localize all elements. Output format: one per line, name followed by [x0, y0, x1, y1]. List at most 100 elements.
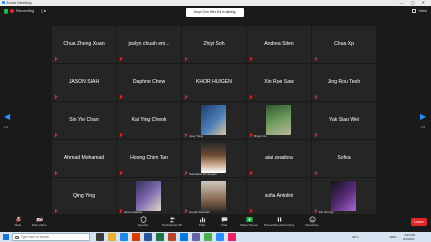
talking-notice: Daryl Goh Wei Zhi is talking.	[186, 8, 244, 17]
muted-mic-icon	[54, 209, 57, 213]
participants-count: 55	[178, 223, 182, 227]
zoom-app-icon[interactable]	[216, 233, 224, 241]
teams-app-icon[interactable]	[192, 233, 200, 241]
participant-tile[interactable]: Bryan Ho	[247, 102, 311, 139]
participant-tile[interactable]: Sofea	[312, 140, 376, 177]
participant-video	[201, 105, 226, 135]
participant-video	[331, 181, 356, 211]
participant-tile[interactable]: Hoong Chim Tan	[117, 140, 181, 177]
participant-tile[interactable]: Ahmad Mohamad	[52, 140, 116, 177]
security-shield-icon	[140, 216, 146, 223]
powerpoint-app-icon[interactable]	[168, 233, 176, 241]
search-icon	[15, 235, 19, 239]
participant-tile[interactable]: Xin Rue Saw	[247, 64, 311, 101]
language-indicator[interactable]: ENG	[390, 235, 397, 239]
muted-mic-icon	[249, 171, 252, 175]
taskbar-search-input[interactable]: Type here to search	[12, 233, 90, 241]
participant-tile[interactable]: Yak Siao Wei	[312, 102, 376, 139]
participant-tile[interactable]: Daphne Chew	[117, 64, 181, 101]
participant-name: Daphne Chew	[132, 79, 166, 85]
outlook-app-icon[interactable]	[180, 233, 188, 241]
share-screen-button[interactable]: Share Screen	[233, 214, 265, 232]
media-app-icon[interactable]	[228, 233, 236, 241]
muted-mic-icon	[249, 133, 252, 137]
edge-browser-icon[interactable]	[120, 233, 128, 241]
participant-tile[interactable]: JASON SIAH	[52, 64, 116, 101]
recording-controls[interactable]: || ■	[41, 9, 46, 13]
participant-tile[interactable]: Zhiyi Soh	[182, 26, 246, 63]
participant-video	[201, 143, 226, 173]
participant-name: Zhiyi Soh	[203, 41, 225, 47]
shield-icon[interactable]	[4, 9, 8, 14]
muted-mic-icon	[184, 95, 187, 99]
participant-name: Kai Ying Cheok	[131, 117, 167, 123]
participant-tile[interactable]: Andrea Siten	[247, 26, 311, 63]
participants-button[interactable]: Participants 55	[156, 214, 188, 232]
muted-mic-icon	[119, 57, 122, 61]
next-page-arrow-icon[interactable]: ▶	[420, 112, 426, 121]
security-button[interactable]: Security	[127, 214, 159, 232]
muted-mic-icon	[184, 133, 187, 137]
grid-icon	[412, 8, 417, 13]
muted-mic-icon	[54, 57, 57, 61]
participant-name: Yak Siao Wei	[328, 117, 360, 123]
polls-icon	[199, 217, 205, 223]
pause-stop-recording-button[interactable]: Pause/Stop Recording	[263, 214, 295, 232]
view-label: View	[418, 8, 427, 13]
participant-tile[interactable]: Joey Yang	[182, 102, 246, 139]
word-app-icon[interactable]	[144, 233, 152, 241]
participants-label: Participants 55	[156, 223, 188, 228]
participant-tile[interactable]: loh hui ling	[312, 178, 376, 215]
muted-mic-icon	[314, 209, 317, 213]
weather-readout[interactable]: 33°C	[352, 235, 359, 239]
participant-tile[interactable]: Chua Xp	[312, 26, 376, 63]
chrome-app-icon[interactable]	[204, 233, 212, 241]
participant-tile[interactable]: akira natasha	[117, 178, 181, 215]
participant-video	[201, 181, 226, 211]
muted-mic-icon	[119, 133, 122, 137]
page-indicator-right: 1/2	[421, 125, 426, 129]
participant-name: Jing Rou Teoh	[327, 79, 361, 85]
muted-mic-icon	[119, 209, 122, 213]
participant-tile[interactable]: Kai Ying Cheok	[117, 102, 181, 139]
leave-button[interactable]: Leave	[411, 218, 427, 226]
participant-tile[interactable]: Jing Rou Teoh	[312, 64, 376, 101]
participant-label: Joey Yang	[189, 134, 203, 138]
clock-date[interactable]: 6/1/2021	[403, 237, 415, 241]
participant-tile[interactable]: aiai zeadora	[247, 140, 311, 177]
participant-tile[interactable]: KHOR HUIGEN	[182, 64, 246, 101]
view-button[interactable]: View	[412, 8, 427, 14]
excel-app-icon[interactable]	[156, 233, 164, 241]
participant-tile[interactable]: Chua Zheng Xuan	[52, 26, 116, 63]
office-app-icon[interactable]	[132, 233, 140, 241]
muted-mic-icon	[54, 171, 57, 175]
prev-page-arrow-icon[interactable]: ◀	[4, 112, 10, 121]
reactions-button[interactable]: Reactions	[296, 214, 328, 232]
muted-mic-icon	[184, 209, 187, 213]
participant-video	[136, 181, 161, 211]
participant-name: Xin Rue Saw	[264, 79, 294, 85]
video-camera-icon	[35, 216, 43, 223]
page-indicator-left: 1/2	[4, 125, 9, 129]
windows-start-icon[interactable]	[3, 234, 9, 240]
participant-tile[interactable]: Goyah Rentazil	[182, 178, 246, 215]
muted-mic-icon	[54, 95, 57, 99]
zoom-logo-icon	[2, 1, 5, 4]
muted-mic-icon	[314, 95, 317, 99]
participant-name: KHOR HUIGEN	[196, 79, 232, 85]
participant-name: Ahmad Mohamad	[63, 155, 105, 161]
muted-mic-icon	[184, 171, 187, 175]
start-video-button[interactable]: Start Video	[23, 214, 55, 232]
participant-tile[interactable]: Sin Yie Chan	[52, 102, 116, 139]
participant-name: JASON SIAH	[68, 79, 100, 85]
participant-tile[interactable]: sofia Antolini	[247, 178, 311, 215]
task-view-icon[interactable]	[96, 233, 104, 241]
participant-tile[interactable]: Sucharita Srinangam	[182, 140, 246, 177]
muted-mic-icon	[249, 95, 252, 99]
participant-tile[interactable]: joslyn chuah em...	[117, 26, 181, 63]
participant-tile[interactable]: Qing Ying	[52, 178, 116, 215]
participant-label: Sucharita Srinangam	[189, 172, 218, 176]
share-screen-icon	[245, 217, 253, 222]
file-explorer-icon[interactable]	[108, 233, 116, 241]
participant-name: Andrea Siten	[264, 41, 294, 47]
